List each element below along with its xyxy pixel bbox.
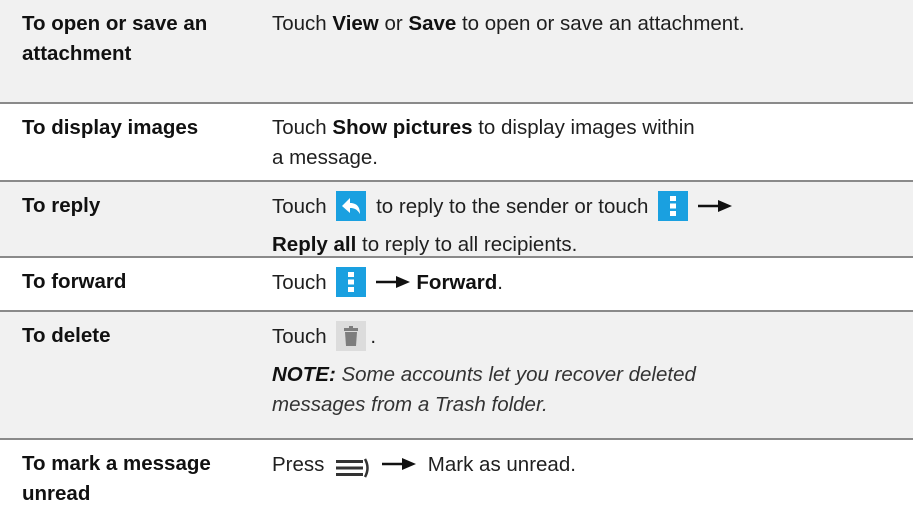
email-actions-table: To open or save an attachment Touch View… [0, 0, 913, 514]
table-row: To delete Touch . NOTE: Some accounts let… [0, 310, 913, 438]
action-label: To display images [22, 116, 199, 139]
table-row: To mark a message unread Press Mark as u… [0, 438, 913, 514]
right-arrow-icon [376, 267, 411, 297]
action-description: Touch View or Save to open or save an at… [272, 12, 745, 35]
action-description: Press Mark as unread. [272, 449, 892, 488]
note-text: NOTE: Some accounts let you recover dele… [272, 363, 696, 416]
table-row: To reply Touch to reply to the sender or… [0, 180, 913, 256]
action-description: Touch Show pictures to display images wi… [272, 116, 695, 169]
right-arrow-icon [698, 191, 733, 221]
action-label: To forward [22, 270, 127, 293]
trash-icon [336, 321, 367, 360]
table-row: To open or save an attachment Touch View… [0, 0, 913, 102]
action-label: To delete [22, 324, 111, 347]
action-label: To reply [22, 194, 101, 217]
table-row: To forward Touch Forward. [0, 256, 913, 310]
action-label: To mark a message unread [22, 452, 211, 505]
action-description: Touch to reply to the sender or touch Re… [272, 191, 892, 260]
right-arrow-icon [382, 449, 417, 479]
action-description: Touch . NOTE: Some accounts let you recov… [272, 321, 892, 420]
menu-key-icon [334, 457, 372, 488]
reply-icon [336, 191, 367, 230]
overflow-menu-icon [336, 267, 367, 306]
action-label: To open or save an attachment [22, 12, 208, 65]
overflow-menu-icon [658, 191, 689, 230]
table-row: To display images Touch Show pictures to… [0, 102, 913, 180]
action-description: Touch Forward. [272, 267, 892, 306]
